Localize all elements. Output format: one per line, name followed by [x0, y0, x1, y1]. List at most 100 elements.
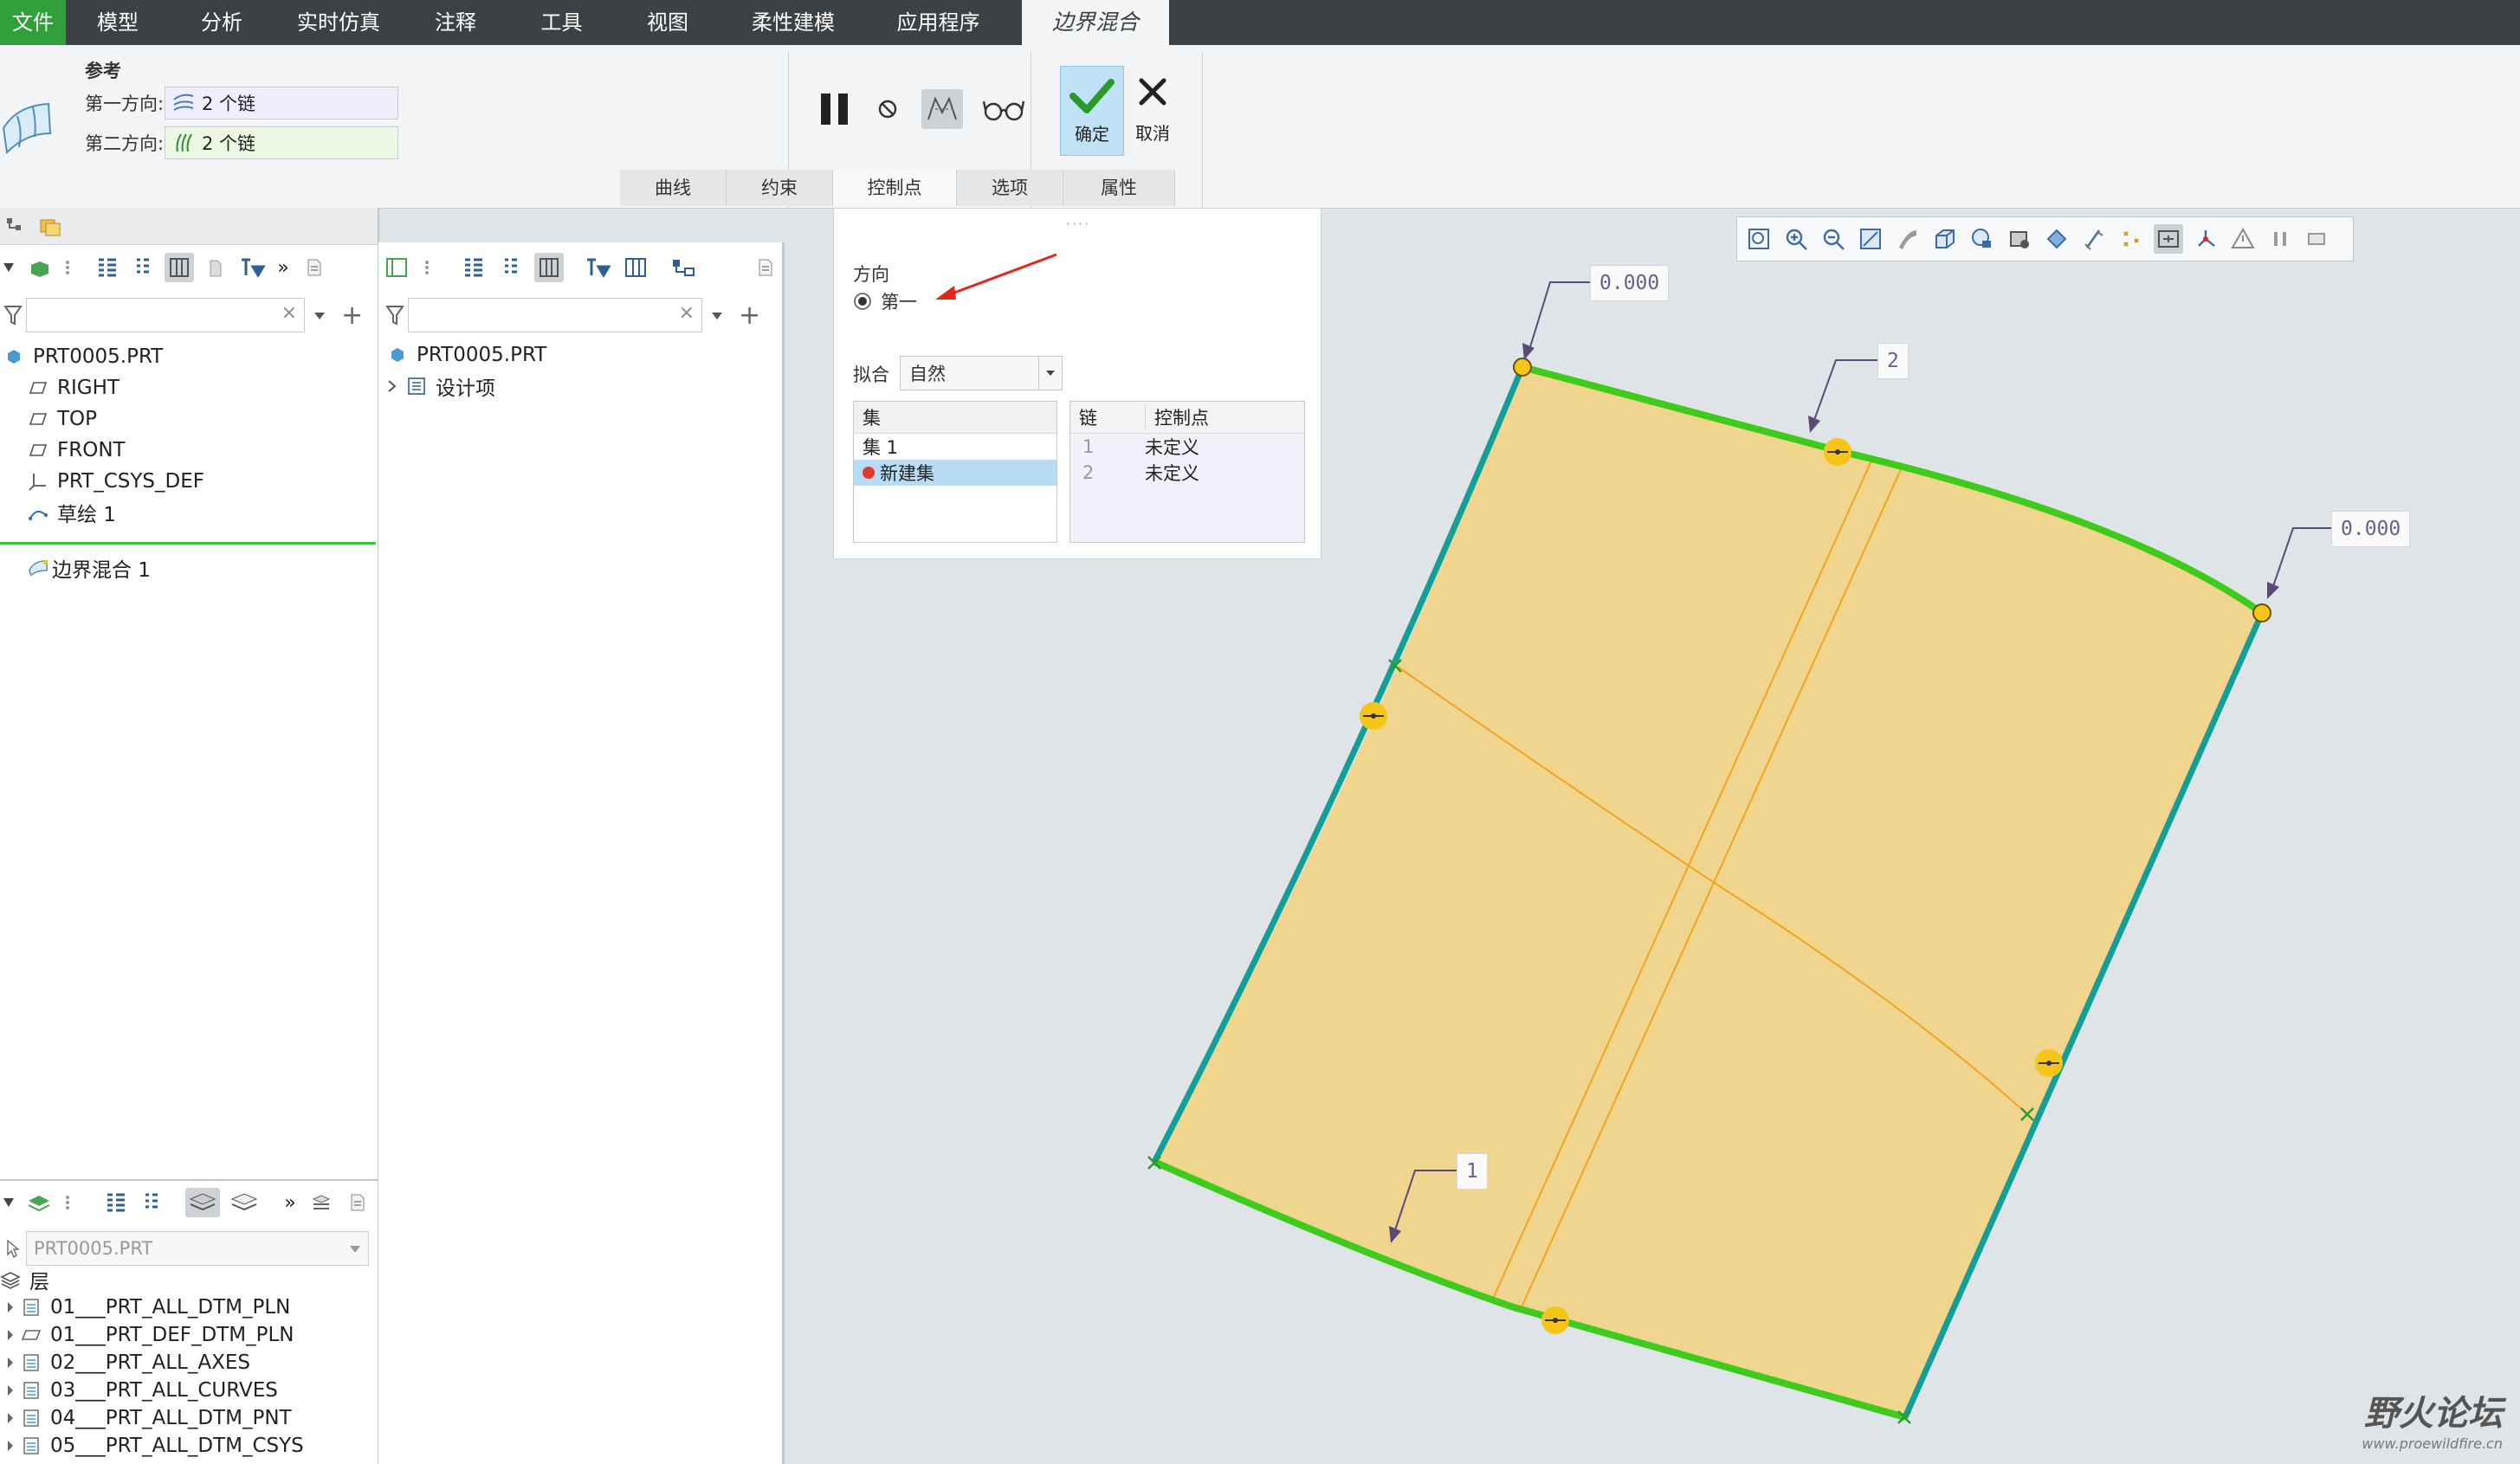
expand-arrow-icon[interactable]: [0, 1357, 21, 1369]
chain-row[interactable]: 2 未定义: [1070, 460, 1304, 486]
menu-tab-applications[interactable]: 应用程序: [867, 0, 1010, 45]
filter-icon[interactable]: [382, 305, 408, 326]
datum-points-display-icon[interactable]: [2116, 224, 2146, 254]
layer-columns-icon[interactable]: [137, 1188, 166, 1217]
layer-item[interactable]: 01___PRT_ALL_DTM_PLN: [0, 1293, 304, 1321]
layer-item[interactable]: 03___PRT_ALL_CURVES: [0, 1377, 304, 1404]
dropdown-arrow-icon[interactable]: [1038, 357, 1062, 390]
no-preview-icon[interactable]: [873, 94, 902, 124]
tree-expand-icon[interactable]: [669, 253, 699, 282]
tree-item-boundary-blend[interactable]: 边界混合 1: [28, 552, 151, 584]
tree-item-front[interactable]: FRONT: [28, 435, 204, 466]
expand-arrow-icon[interactable]: [0, 1412, 21, 1424]
layer-item[interactable]: 04___PRT_ALL_DTM_PNT: [0, 1404, 304, 1432]
second-direction-collector[interactable]: 2 个链: [165, 126, 398, 159]
pause-animation-icon[interactable]: [2265, 224, 2295, 254]
clear-icon[interactable]: ×: [679, 302, 695, 324]
fit-select[interactable]: 自然: [900, 356, 1063, 390]
saved-orientations-icon[interactable]: [1930, 224, 1960, 254]
direction-first-radio[interactable]: 第一: [853, 288, 917, 314]
annotation-display-icon[interactable]: [2228, 224, 2258, 254]
drag-handle-icon[interactable]: ····: [1066, 216, 1090, 232]
menu-file[interactable]: 文件: [0, 0, 66, 45]
refit-zoom-icon[interactable]: [1744, 224, 1774, 254]
layer-tree-header[interactable]: 层: [0, 1266, 304, 1293]
layer-model-select[interactable]: PRT0005.PRT: [26, 1231, 369, 1266]
add-icon[interactable]: +: [739, 300, 760, 331]
subtab-constraints[interactable]: 约束: [727, 170, 833, 206]
weight-tag-top-left[interactable]: 0.000: [1590, 265, 1670, 301]
subtab-properties[interactable]: 属性: [1063, 170, 1175, 206]
tree-list-icon[interactable]: [458, 253, 488, 282]
part-icon[interactable]: [24, 253, 54, 282]
insert-marker[interactable]: [0, 542, 376, 545]
csys-display-icon[interactable]: [2191, 224, 2220, 254]
sets-list[interactable]: 集 集 1 新建集: [853, 401, 1057, 543]
tree-item-csys[interactable]: PRT_CSYS_DEF: [28, 466, 204, 497]
preview-geometry-icon[interactable]: [921, 89, 963, 129]
weight-tag-right[interactable]: 0.000: [2331, 511, 2411, 547]
layer-properties-icon[interactable]: [307, 1188, 336, 1217]
folder-browser-tab-icon[interactable]: [36, 211, 66, 241]
tree-item-sketch[interactable]: 草绘 1: [28, 497, 204, 528]
tree-filter-options-icon[interactable]: [237, 253, 267, 282]
cancel-button[interactable]: 取消: [1126, 76, 1179, 145]
layer-show-icon[interactable]: [185, 1188, 220, 1217]
expand-arrow-icon[interactable]: [0, 1440, 21, 1452]
expand-arrow-icon[interactable]: [0, 1301, 21, 1313]
model-tree-search-input[interactable]: ×: [26, 298, 305, 332]
design-tree-icon[interactable]: [382, 253, 411, 282]
layer-item[interactable]: 05___PRT_ALL_DTM_CSYS: [0, 1432, 304, 1460]
layer-list-icon[interactable]: [100, 1188, 130, 1217]
layer-report-icon[interactable]: [343, 1188, 372, 1217]
expand-arrow-icon[interactable]: [0, 1329, 21, 1341]
subtab-curves[interactable]: 曲线: [620, 170, 727, 206]
tree-doc-icon[interactable]: [201, 253, 230, 282]
set-item-new[interactable]: 新建集: [854, 460, 1056, 486]
filter-icon[interactable]: [0, 305, 26, 326]
menu-tab-tools[interactable]: 工具: [507, 0, 616, 45]
menu-tab-flexible-modeling[interactable]: 柔性建模: [720, 0, 867, 45]
perspective-icon[interactable]: [2005, 224, 2034, 254]
menu-tab-annotate[interactable]: 注释: [404, 0, 507, 45]
menu-tab-model[interactable]: 模型: [66, 0, 170, 45]
zoom-out-icon[interactable]: [1819, 224, 1848, 254]
design-tree-root[interactable]: PRT0005.PRT: [387, 339, 546, 371]
menu-tab-simulation[interactable]: 实时仿真: [274, 0, 404, 45]
tree-settings-icon[interactable]: [165, 253, 194, 282]
subtab-control-points[interactable]: 控制点: [833, 170, 957, 206]
tree-item-root[interactable]: PRT0005.PRT: [3, 341, 204, 372]
close-view-icon[interactable]: [2303, 224, 2332, 254]
layer-item[interactable]: 02___PRT_ALL_AXES: [0, 1349, 304, 1377]
expand-arrow-icon[interactable]: [0, 1384, 21, 1396]
menu-tab-analysis[interactable]: 分析: [170, 0, 274, 45]
view-manager-icon[interactable]: [1968, 224, 1997, 254]
tree-list-icon[interactable]: [92, 253, 121, 282]
tree-filter-options-icon[interactable]: [583, 253, 612, 282]
collapse-arrow-icon[interactable]: [0, 1188, 17, 1217]
tree-item-top[interactable]: TOP: [28, 403, 204, 435]
expand-arrow-icon[interactable]: [387, 380, 406, 392]
design-tree-search-input[interactable]: ×: [408, 298, 702, 332]
tree-settings-icon[interactable]: [534, 253, 564, 282]
spin-center-icon[interactable]: [2154, 224, 2183, 254]
menu-tab-boundary-blend[interactable]: 边界混合: [1022, 0, 1169, 45]
design-tree-item-design-items[interactable]: 设计项: [387, 371, 546, 402]
layers-icon[interactable]: [24, 1188, 54, 1217]
tree-report-icon[interactable]: [751, 253, 780, 282]
chain-control-table[interactable]: 链 控制点 1 未定义 2 未定义: [1069, 401, 1305, 543]
display-style-icon[interactable]: [1893, 224, 1922, 254]
chain-number-tag-bottom[interactable]: 1: [1457, 1153, 1488, 1190]
subtab-options[interactable]: 选项: [957, 170, 1063, 206]
first-direction-collector[interactable]: 2 个链: [165, 87, 398, 119]
zoom-in-icon[interactable]: [1781, 224, 1811, 254]
filter-dropdown-icon[interactable]: [711, 307, 723, 324]
tree-report-icon[interactable]: [300, 253, 329, 282]
tree-columns-icon[interactable]: [496, 253, 526, 282]
more-chevrons-icon[interactable]: »: [274, 253, 293, 282]
appearance-icon[interactable]: [2042, 224, 2071, 254]
tree-columns-icon[interactable]: [128, 253, 158, 282]
tree-columns-setup-icon[interactable]: [621, 253, 650, 282]
chain-number-tag-top[interactable]: 2: [1877, 343, 1909, 379]
pause-button[interactable]: [816, 88, 854, 130]
